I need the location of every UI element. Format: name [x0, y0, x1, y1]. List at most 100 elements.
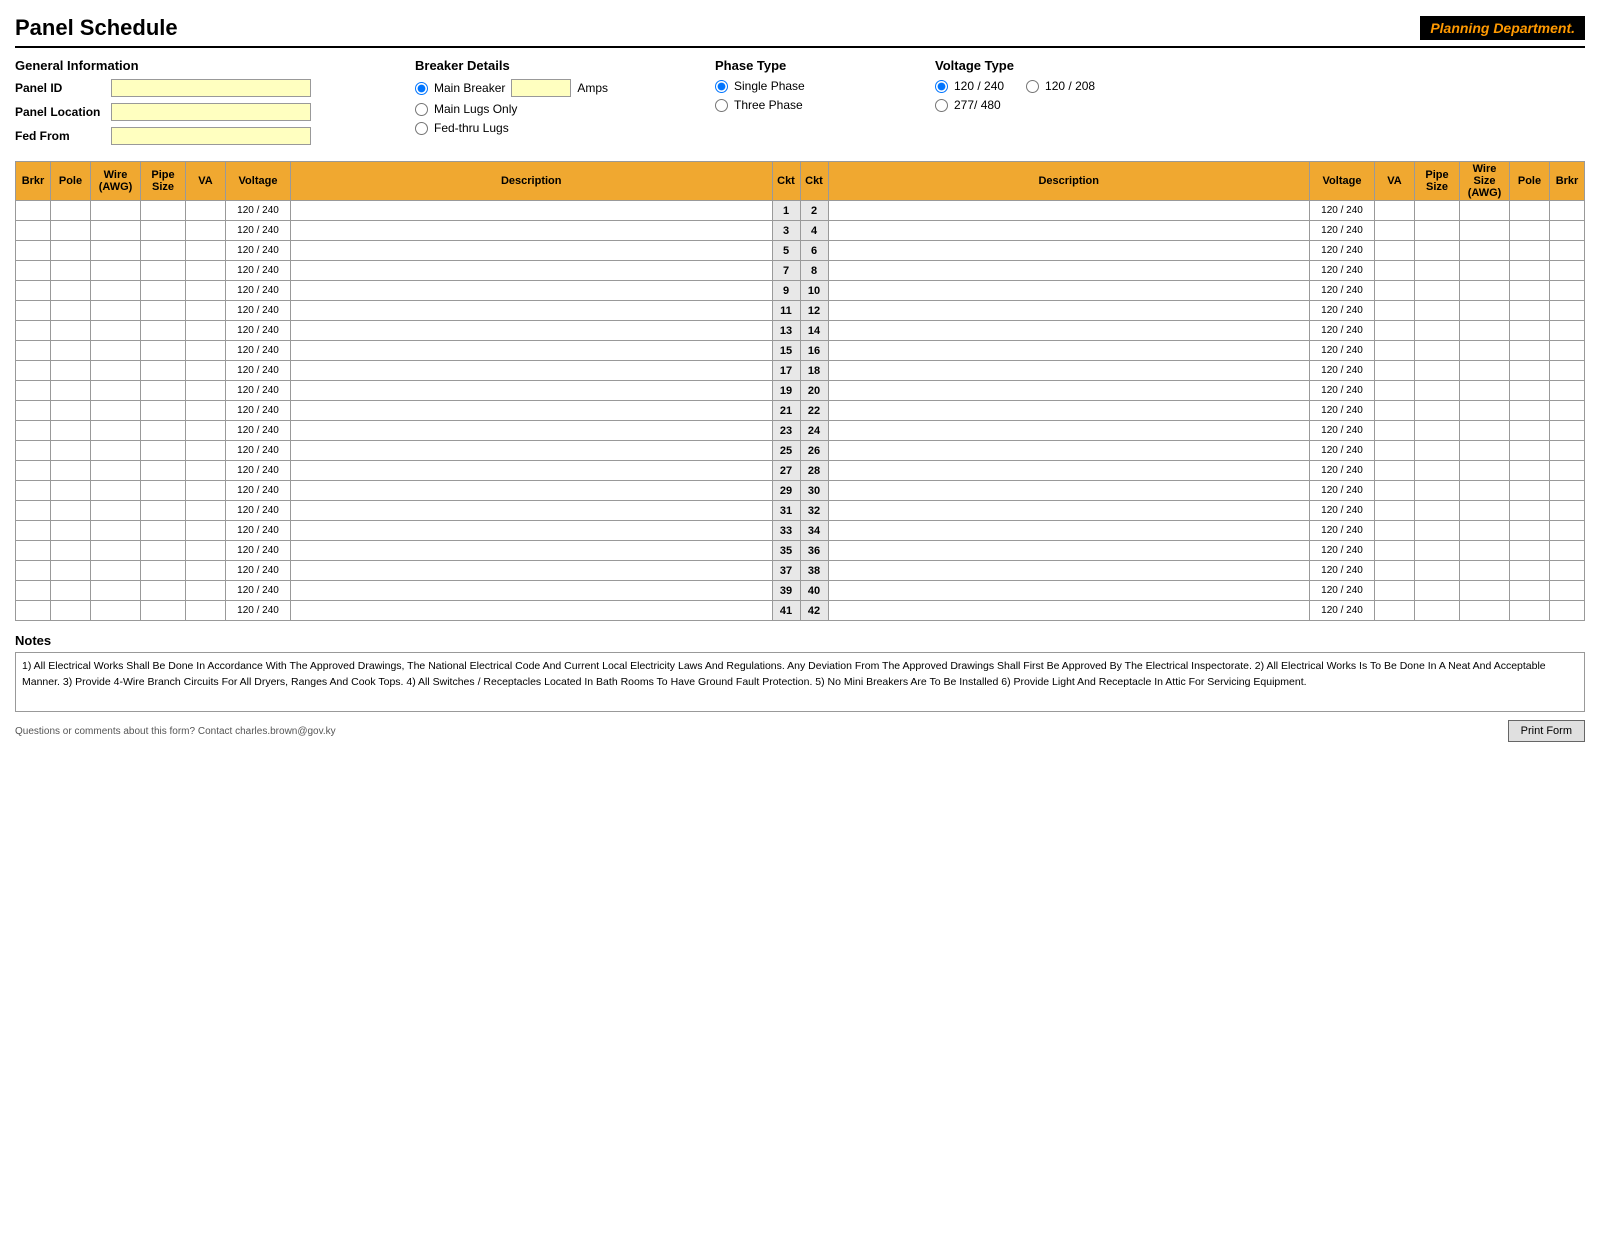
table-cell[interactable] — [141, 521, 186, 541]
table-cell[interactable] — [1460, 481, 1510, 501]
table-cell[interactable] — [1415, 441, 1460, 461]
table-cell[interactable] — [141, 281, 186, 301]
table-cell[interactable] — [291, 201, 773, 221]
table-cell[interactable] — [51, 221, 91, 241]
table-cell[interactable] — [828, 601, 1310, 621]
v120-208-radio[interactable] — [1026, 80, 1039, 93]
table-cell[interactable] — [51, 341, 91, 361]
table-cell[interactable] — [186, 341, 226, 361]
table-cell[interactable] — [16, 541, 51, 561]
table-cell[interactable] — [828, 301, 1310, 321]
table-cell[interactable] — [291, 301, 773, 321]
table-cell[interactable] — [828, 501, 1310, 521]
table-cell[interactable] — [51, 581, 91, 601]
table-cell[interactable] — [141, 441, 186, 461]
table-cell[interactable] — [1415, 201, 1460, 221]
table-cell[interactable] — [1550, 261, 1585, 281]
table-cell[interactable] — [1460, 301, 1510, 321]
table-cell[interactable] — [1415, 381, 1460, 401]
table-cell[interactable] — [91, 241, 141, 261]
table-cell[interactable] — [828, 441, 1310, 461]
table-cell[interactable] — [186, 301, 226, 321]
table-cell[interactable] — [1510, 521, 1550, 541]
table-cell[interactable] — [828, 401, 1310, 421]
table-cell[interactable] — [16, 221, 51, 241]
table-cell[interactable] — [1510, 281, 1550, 301]
table-cell[interactable] — [51, 201, 91, 221]
table-cell[interactable] — [828, 321, 1310, 341]
table-cell[interactable] — [1375, 541, 1415, 561]
table-cell[interactable] — [1510, 481, 1550, 501]
table-cell[interactable] — [16, 321, 51, 341]
table-cell[interactable] — [1460, 221, 1510, 241]
table-cell[interactable] — [1375, 221, 1415, 241]
table-cell[interactable] — [1415, 501, 1460, 521]
table-cell[interactable] — [1550, 301, 1585, 321]
table-cell[interactable] — [291, 261, 773, 281]
table-cell[interactable] — [16, 601, 51, 621]
table-cell[interactable] — [91, 481, 141, 501]
table-cell[interactable] — [91, 581, 141, 601]
table-cell[interactable] — [51, 461, 91, 481]
table-cell[interactable] — [1510, 341, 1550, 361]
table-cell[interactable] — [186, 281, 226, 301]
table-cell[interactable] — [1510, 361, 1550, 381]
table-cell[interactable] — [1375, 481, 1415, 501]
table-cell[interactable] — [1510, 461, 1550, 481]
table-cell[interactable] — [1375, 501, 1415, 521]
table-cell[interactable] — [1510, 301, 1550, 321]
table-cell[interactable] — [186, 581, 226, 601]
table-cell[interactable] — [141, 321, 186, 341]
table-cell[interactable] — [186, 261, 226, 281]
table-cell[interactable] — [186, 221, 226, 241]
table-cell[interactable] — [1460, 421, 1510, 441]
table-cell[interactable] — [1460, 261, 1510, 281]
table-cell[interactable] — [1415, 241, 1460, 261]
v277-480-radio[interactable] — [935, 99, 948, 112]
table-cell[interactable] — [828, 541, 1310, 561]
table-cell[interactable] — [1550, 461, 1585, 481]
table-cell[interactable] — [186, 601, 226, 621]
table-cell[interactable] — [16, 461, 51, 481]
table-cell[interactable] — [1460, 461, 1510, 481]
table-cell[interactable] — [91, 461, 141, 481]
table-cell[interactable] — [1510, 561, 1550, 581]
table-cell[interactable] — [16, 241, 51, 261]
table-cell[interactable] — [1415, 261, 1460, 281]
table-cell[interactable] — [1460, 561, 1510, 581]
table-cell[interactable] — [291, 381, 773, 401]
table-cell[interactable] — [91, 201, 141, 221]
table-cell[interactable] — [141, 461, 186, 481]
table-cell[interactable] — [1510, 241, 1550, 261]
table-cell[interactable] — [1375, 201, 1415, 221]
table-cell[interactable] — [51, 441, 91, 461]
table-cell[interactable] — [1460, 321, 1510, 341]
table-cell[interactable] — [1375, 601, 1415, 621]
table-cell[interactable] — [1550, 401, 1585, 421]
table-cell[interactable] — [91, 501, 141, 521]
table-cell[interactable] — [1550, 481, 1585, 501]
table-cell[interactable] — [291, 341, 773, 361]
table-cell[interactable] — [51, 501, 91, 521]
three-phase-radio[interactable] — [715, 99, 728, 112]
table-cell[interactable] — [1415, 421, 1460, 441]
fed-thru-radio[interactable] — [415, 122, 428, 135]
table-cell[interactable] — [141, 201, 186, 221]
table-cell[interactable] — [1550, 321, 1585, 341]
table-cell[interactable] — [1460, 381, 1510, 401]
table-cell[interactable] — [291, 281, 773, 301]
table-cell[interactable] — [51, 301, 91, 321]
table-cell[interactable] — [828, 581, 1310, 601]
table-cell[interactable] — [1550, 501, 1585, 521]
table-cell[interactable] — [186, 321, 226, 341]
table-cell[interactable] — [1510, 441, 1550, 461]
table-cell[interactable] — [51, 601, 91, 621]
table-cell[interactable] — [1415, 481, 1460, 501]
table-cell[interactable] — [51, 421, 91, 441]
table-cell[interactable] — [1415, 301, 1460, 321]
table-cell[interactable] — [291, 221, 773, 241]
table-cell[interactable] — [51, 401, 91, 421]
table-cell[interactable] — [1415, 561, 1460, 581]
table-cell[interactable] — [1460, 201, 1510, 221]
table-cell[interactable] — [16, 521, 51, 541]
